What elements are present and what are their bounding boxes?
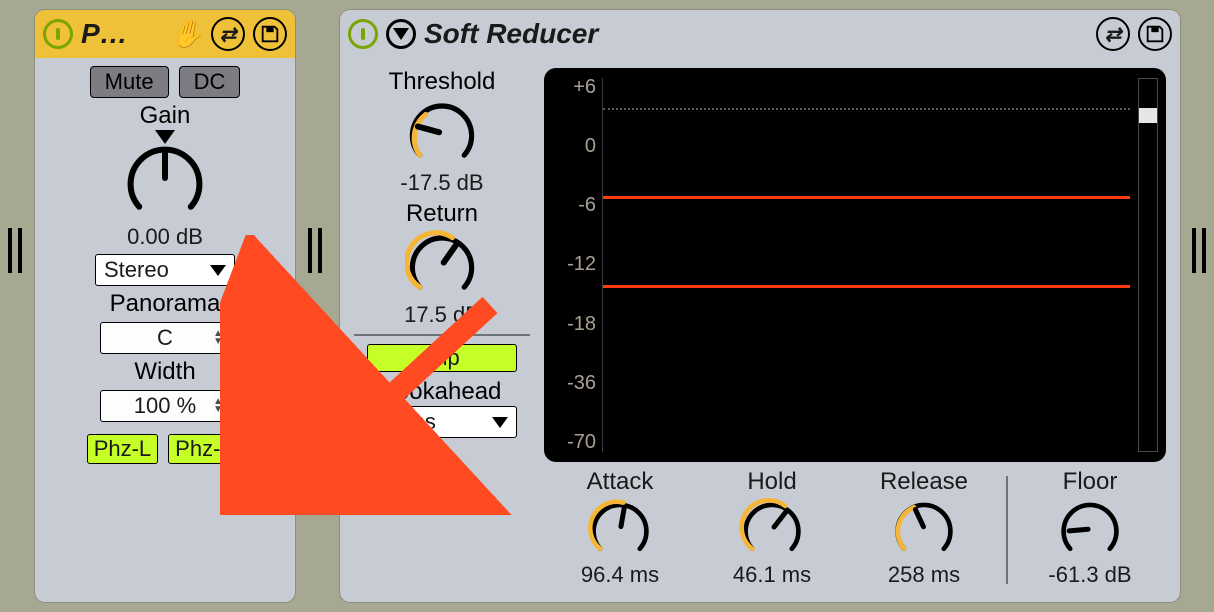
- device-soft-reducer-titlebar[interactable]: Soft Reducer: [340, 10, 1180, 58]
- threshold-line: [603, 196, 1130, 199]
- device-utility: P… ✋ Mute DC Gain 0.00 dB S: [35, 10, 295, 602]
- gain-knob[interactable]: [122, 138, 208, 224]
- graph-plot-area: [602, 78, 1130, 452]
- power-icon[interactable]: [43, 19, 73, 49]
- gain-label: Gain: [140, 102, 191, 130]
- param-divider: [1006, 476, 1008, 584]
- graph-y-tick: -36: [567, 372, 596, 395]
- lookahead-value: 10 ms: [376, 409, 436, 435]
- mute-button[interactable]: Mute: [90, 66, 169, 98]
- save-preset-icon[interactable]: [1138, 17, 1172, 51]
- threshold-knob[interactable]: [405, 96, 479, 170]
- lookahead-select[interactable]: 10 ms: [367, 406, 517, 438]
- floor-label: Floor: [1063, 468, 1118, 496]
- device-soft-reducer: Soft Reducer Threshold -17.5 dB: [340, 10, 1180, 602]
- channel-mode-select[interactable]: Stereo: [95, 254, 235, 286]
- gain-reduction-graph: +6 0 -6 -12 -18 -36 -70: [544, 68, 1166, 462]
- floor-knob[interactable]: [1057, 496, 1123, 562]
- output-meter: [1138, 78, 1158, 452]
- hand-icon[interactable]: ✋: [171, 19, 203, 50]
- device-utility-title: P…: [81, 18, 163, 50]
- hot-swap-icon[interactable]: [211, 17, 245, 51]
- flip-button[interactable]: Flip: [367, 344, 517, 372]
- panorama-field[interactable]: C ▲▼: [100, 322, 230, 354]
- return-label: Return: [406, 200, 478, 228]
- device-utility-titlebar[interactable]: P… ✋: [35, 10, 295, 58]
- panorama-label: Panorama: [110, 290, 221, 318]
- attack-knob[interactable]: [587, 496, 653, 562]
- hot-swap-icon[interactable]: [1096, 17, 1130, 51]
- graph-y-tick: +6: [573, 76, 596, 99]
- graph-y-tick: 0: [585, 135, 596, 158]
- threshold-value: -17.5 dB: [400, 170, 483, 196]
- graph-y-tick: -12: [567, 253, 596, 276]
- graph-y-tick: -70: [567, 431, 596, 454]
- device-soft-reducer-title: Soft Reducer: [424, 18, 1088, 50]
- hold-value: 46.1 ms: [733, 562, 811, 588]
- hold-knob[interactable]: [739, 496, 805, 562]
- rack-drag-handle-mid[interactable]: [300, 210, 330, 290]
- phase-left-button[interactable]: Phz-L: [87, 434, 158, 464]
- width-label: Width: [134, 358, 195, 386]
- gain-value: 0.00 dB: [127, 224, 203, 250]
- rack-drag-handle-right[interactable]: [1184, 210, 1214, 290]
- hold-label: Hold: [747, 468, 796, 496]
- release-value: 258 ms: [888, 562, 960, 588]
- phase-right-button[interactable]: Phz-R: [168, 434, 243, 464]
- power-icon[interactable]: [348, 19, 378, 49]
- lookahead-label: Lookahead: [383, 378, 502, 406]
- release-label: Release: [880, 468, 968, 496]
- save-preset-icon[interactable]: [253, 17, 287, 51]
- floor-value: -61.3 dB: [1048, 562, 1131, 588]
- graph-y-tick: -18: [567, 313, 596, 336]
- section-divider: [354, 334, 530, 336]
- attack-label: Attack: [587, 468, 654, 496]
- return-knob[interactable]: [405, 228, 479, 302]
- return-value: 17.5 dB: [404, 302, 480, 328]
- return-line: [603, 285, 1130, 288]
- threshold-label: Threshold: [389, 68, 496, 96]
- channel-mode-value: Stereo: [104, 257, 169, 283]
- chevron-down-icon: [492, 417, 508, 428]
- panorama-value: C: [157, 325, 173, 351]
- dc-button[interactable]: DC: [179, 66, 241, 98]
- rack-drag-handle-left[interactable]: [0, 210, 30, 290]
- attack-value: 96.4 ms: [581, 562, 659, 588]
- chevron-down-icon: [210, 265, 226, 276]
- width-field[interactable]: 100 % ▲▼: [100, 390, 230, 422]
- collapse-icon[interactable]: [386, 19, 416, 49]
- graph-y-tick: -6: [578, 194, 596, 217]
- width-value: 100 %: [134, 393, 196, 419]
- graph-y-axis: +6 0 -6 -12 -18 -36 -70: [544, 74, 602, 456]
- release-knob[interactable]: [891, 496, 957, 562]
